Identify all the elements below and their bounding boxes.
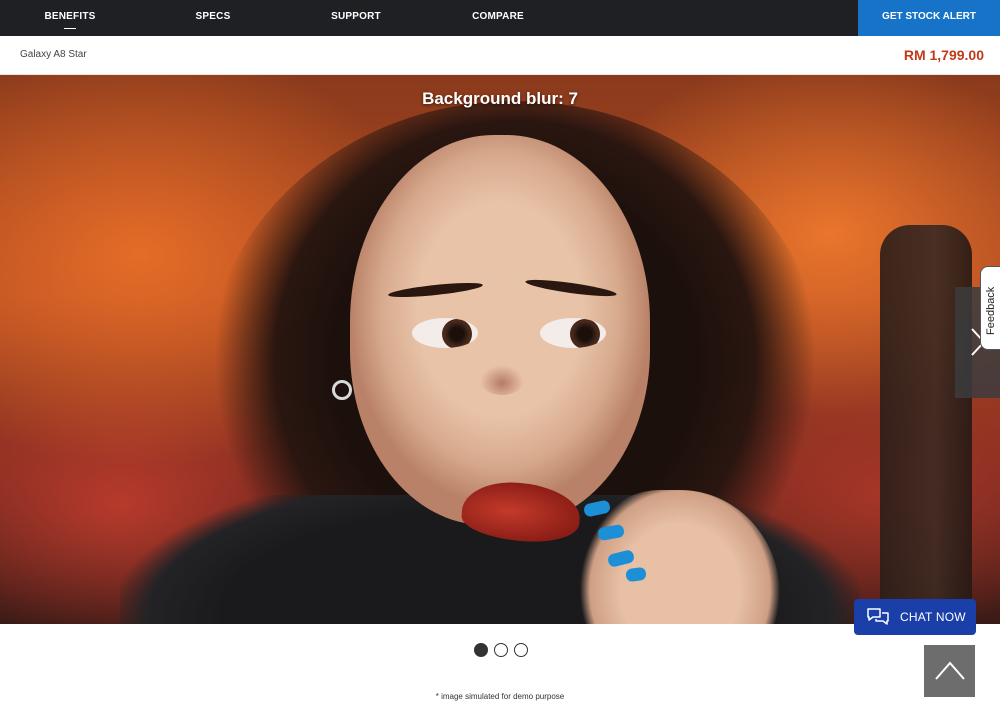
- get-stock-alert-button[interactable]: GET STOCK ALERT: [858, 0, 1000, 36]
- product-price: RM 1,799.00: [903, 47, 984, 63]
- right-eyebrow: [524, 276, 618, 300]
- carousel-dot-2[interactable]: [494, 643, 508, 657]
- nav-tab-specs[interactable]: SPECS: [188, 0, 238, 36]
- earring: [332, 380, 352, 400]
- carousel-dot-1[interactable]: [474, 643, 488, 657]
- feedback-label: Feedback: [985, 286, 997, 335]
- portrait-face: [350, 135, 650, 525]
- left-eyebrow: [387, 280, 484, 300]
- nav-tab-compare[interactable]: COMPARE: [468, 0, 528, 36]
- nav-tab-support[interactable]: SUPPORT: [326, 0, 386, 36]
- hero-image: Background blur: 7: [0, 75, 1000, 624]
- chevron-up-icon: [935, 661, 965, 680]
- chat-now-label: CHAT NOW: [900, 610, 966, 624]
- chat-bubbles-icon: [867, 608, 889, 625]
- blur-caption: Background blur: 7: [422, 89, 578, 108]
- demo-disclaimer: * image simulated for demo purpose: [435, 692, 565, 701]
- feedback-tab[interactable]: Feedback: [980, 266, 1000, 350]
- nose: [480, 365, 524, 395]
- tree-trunk: [880, 225, 972, 624]
- top-nav: BENEFITS SPECS SUPPORT COMPARE GET STOCK…: [0, 0, 1000, 36]
- left-eye: [412, 318, 478, 348]
- product-name: Galaxy A8 Star: [20, 49, 87, 60]
- chat-now-button[interactable]: CHAT NOW: [854, 599, 976, 635]
- product-header: Galaxy A8 Star RM 1,799.00: [0, 36, 1000, 75]
- carousel-dot-3[interactable]: [514, 643, 528, 657]
- nav-tab-benefits[interactable]: BENEFITS: [40, 0, 100, 36]
- right-eye: [540, 318, 606, 348]
- back-to-top-button[interactable]: [924, 645, 975, 697]
